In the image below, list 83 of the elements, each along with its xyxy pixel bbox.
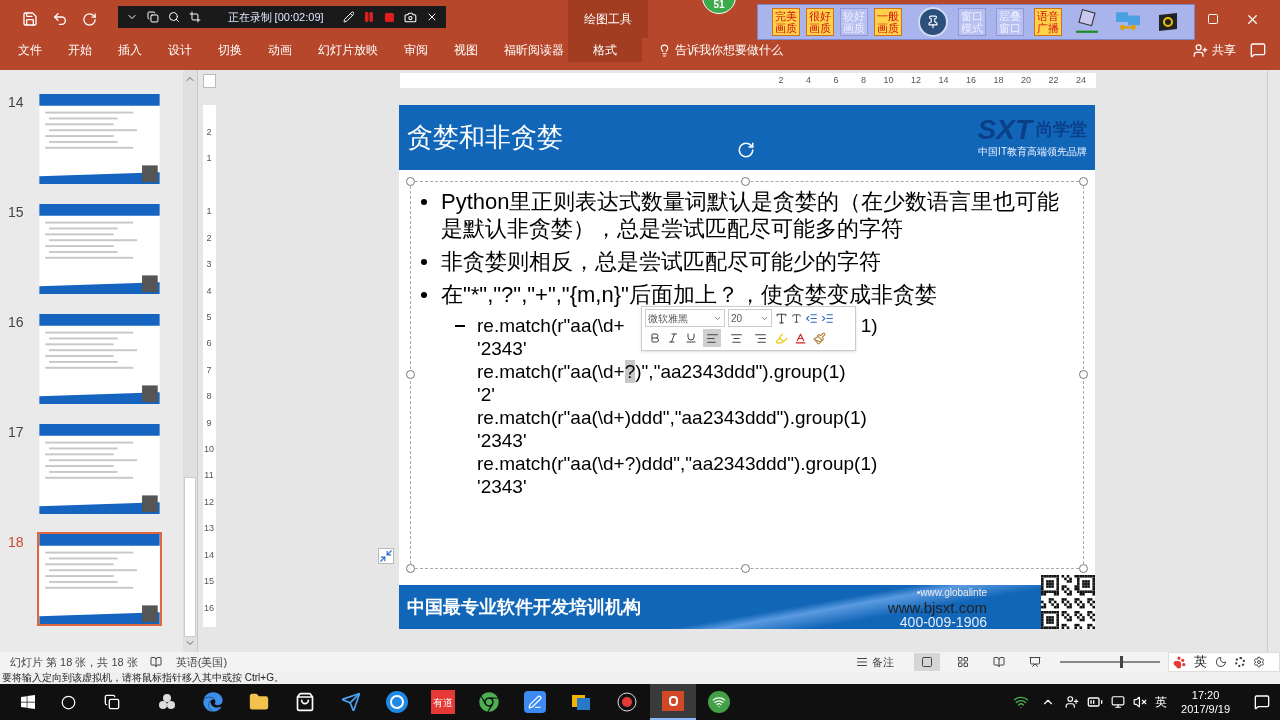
ruler-label: 2 — [206, 231, 212, 245]
tell-me-field[interactable]: 告诉我你想要做什么 — [675, 41, 783, 59]
ruler-label: 8 — [860, 73, 866, 87]
code-line: '2343' — [477, 429, 527, 452]
code-line: '2343' — [477, 475, 527, 498]
contextual-tab-header: 绘图工具 — [568, 0, 648, 38]
ribbon-tab[interactable]: 设计 — [168, 38, 192, 62]
slide-number: 16 — [7, 313, 25, 332]
code-line: '2343' — [477, 337, 527, 360]
share-button[interactable]: 共享 — [1193, 38, 1236, 62]
ruler-label: 3 — [206, 258, 212, 272]
bullet-text: 非贪婪则相反，总是尝试匹配尽可能少的字符 — [441, 248, 881, 275]
ruler-label: 15 — [204, 575, 214, 589]
ruler-label: 7 — [206, 363, 212, 377]
slide-number: 17 — [7, 423, 25, 442]
ruler-label: 13 — [204, 522, 214, 536]
ruler-label: 24 — [1075, 73, 1086, 87]
quality-button[interactable]: 完美画质 — [772, 8, 800, 36]
font-dropdown[interactable]: 微软雅黑 — [645, 309, 725, 327]
font-size-dropdown[interactable]: 20 — [728, 309, 772, 327]
code-line: '2' — [477, 383, 495, 406]
language-label[interactable]: 英语(美国) — [175, 653, 228, 671]
ribbon-tab[interactable]: 格式 — [568, 38, 642, 62]
footer-phone: 400-009-1906 — [899, 614, 987, 630]
ruler-label: 5 — [206, 310, 212, 324]
code-line: re.match(r"aa(\d+?)ddd","aa2343ddd").group(1) — [477, 452, 878, 475]
ruler-label: 6 — [206, 337, 212, 351]
notes-button[interactable]: 备注 — [856, 653, 894, 671]
ruler-label: 4 — [805, 73, 811, 87]
ruler-label: 10 — [204, 443, 214, 457]
ribbon-tab[interactable]: 插入 — [118, 38, 142, 62]
bullet-text: Python里正则表达式数量词默认是贪婪的（在少数语言里也可能是默认非贪婪），总是尝试匹配尽可能多的字符 — [441, 188, 1061, 242]
footer-website: www.bjsxt.com — [887, 599, 987, 615]
logo-tagline: 中国IT教育高端领先品牌 — [978, 145, 1087, 159]
ruler-label: 12 — [204, 495, 214, 509]
ruler-label: 1 — [206, 152, 212, 166]
ruler-label: 2 — [206, 126, 212, 139]
bullet-text: 在"*","?","+","{m,n}"后面加上？，使贪婪变成非贪婪 — [441, 281, 937, 308]
slide-number: 15 — [7, 203, 25, 222]
ruler-label: 8 — [206, 390, 212, 404]
slide-number: 14 — [7, 93, 25, 112]
ruler-label: 16 — [965, 73, 976, 87]
mode-button[interactable]: 语音广播 — [1034, 8, 1062, 36]
code-line: re.match(r"aa(\d+?)","aa2343ddd").group(1) — [477, 360, 846, 383]
ribbon-tab[interactable]: 视图 — [454, 38, 478, 62]
ruler-label: 2 — [777, 73, 784, 87]
ruler-label: 20 — [1020, 73, 1031, 87]
footer-overlay-text: •www.globalinte — [916, 585, 987, 600]
input-language[interactable]: 英 — [1155, 693, 1168, 711]
ruler-label: 18 — [992, 73, 1004, 87]
ribbon-tab[interactable]: 幻灯片放映 — [318, 38, 378, 62]
slide-number: 18 — [7, 533, 25, 552]
ime-mode[interactable]: 英 — [1194, 652, 1207, 672]
footer-slogan: 中国最专业软件开发培训机构 — [407, 595, 641, 619]
ruler-label: 10 — [882, 73, 894, 87]
vm-hint: 要将输入定向到该虚拟机，请将鼠标指针移入其中或按 Ctrl+G。 — [1, 672, 284, 684]
clock-time[interactable]: 17:20 — [1191, 688, 1220, 702]
ruler-label: 11 — [204, 469, 214, 483]
clock-date[interactable]: 2017/9/19 — [1181, 702, 1230, 716]
ruler-label: 9 — [206, 416, 212, 430]
ruler-label: 1 — [206, 205, 212, 219]
ribbon-tab[interactable]: 福昕阅读器 — [504, 38, 564, 62]
ruler-label: 22 — [1047, 73, 1059, 87]
ruler-label: 14 — [204, 548, 214, 562]
quality-button[interactable]: 很好画质 — [806, 8, 834, 36]
ribbon-tab[interactable]: 审阅 — [404, 38, 428, 62]
slide-count: 幻灯片 第 18 张，共 18 张 — [9, 654, 138, 670]
ruler-label: 6 — [832, 73, 839, 87]
code-text: re.match(r"aa(\d+ — [477, 314, 625, 337]
recording-status: 正在录制 [00:02:09] — [227, 9, 324, 25]
ruler-label: 12 — [910, 73, 921, 87]
ruler-label: 4 — [206, 284, 212, 298]
quality-button[interactable]: 一般画质 — [874, 8, 902, 36]
ruler-label: 16 — [204, 601, 214, 615]
code-line: re.match(r"aa(\d+)ddd","aa2343ddd").group(1) — [477, 406, 867, 429]
slide-title: 贪婪和非贪婪 — [407, 121, 563, 154]
youdao-app-button[interactable]: 有道 — [431, 690, 455, 714]
ribbon-tab[interactable]: 文件 — [18, 38, 42, 62]
ribbon-tab[interactable]: 开始 — [68, 38, 92, 62]
code-text: 1) — [860, 314, 878, 337]
ruler-label: 14 — [937, 73, 949, 87]
ribbon-tab[interactable]: 切换 — [218, 38, 242, 62]
ribbon-tab[interactable]: 动画 — [268, 38, 292, 62]
